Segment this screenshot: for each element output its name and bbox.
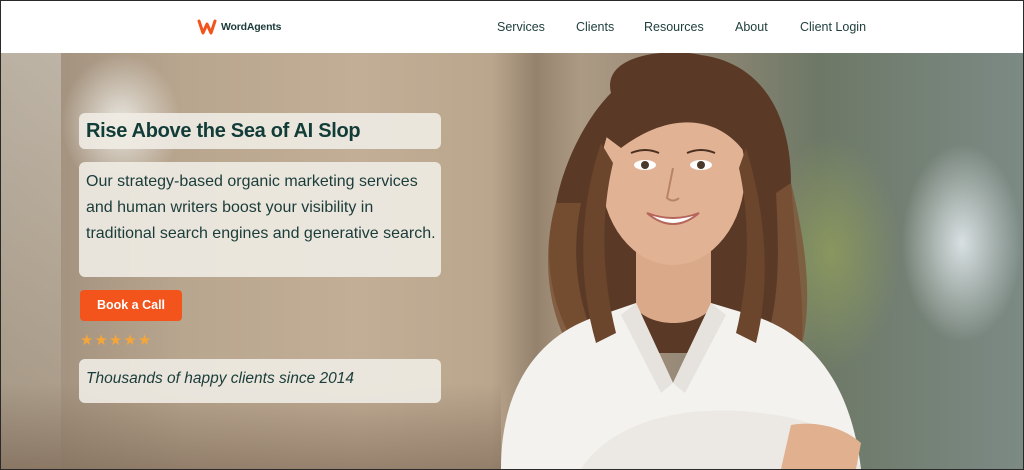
hero-description: Our strategy-based organic marketing ser… bbox=[86, 173, 436, 242]
star-icon: ★ bbox=[123, 332, 137, 349]
rating-stars: ★ ★ ★ ★ ★ bbox=[80, 333, 151, 348]
nav-item-services[interactable]: Services bbox=[497, 20, 545, 34]
nav-item-client-login[interactable]: Client Login bbox=[800, 20, 866, 34]
testimonial-card: Thousands of happy clients since 2014 bbox=[79, 359, 441, 403]
nav-item-about[interactable]: About bbox=[735, 20, 768, 34]
nav-item-clients[interactable]: Clients bbox=[576, 20, 614, 34]
star-icon: ★ bbox=[94, 332, 108, 349]
background-blur bbox=[901, 143, 1023, 343]
hero-section: Rise Above the Sea of AI Slop Our strate… bbox=[1, 53, 1023, 469]
logo[interactable]: WordAgents bbox=[197, 18, 281, 36]
wordagents-logo-icon bbox=[197, 19, 217, 35]
book-a-call-button[interactable]: Book a Call bbox=[80, 290, 182, 321]
hero-title: Rise Above the Sea of AI Slop bbox=[86, 120, 361, 142]
testimonial-text: Thousands of happy clients since 2014 bbox=[86, 370, 354, 387]
site-header: WordAgents Services Clients Resources Ab… bbox=[1, 1, 1023, 53]
hero-title-card: Rise Above the Sea of AI Slop bbox=[79, 113, 441, 149]
star-icon: ★ bbox=[108, 332, 123, 349]
nav-item-resources[interactable]: Resources bbox=[644, 20, 704, 34]
star-icon: ★ bbox=[80, 332, 94, 349]
hero-person-image bbox=[501, 53, 861, 469]
logo-text: WordAgents bbox=[221, 21, 282, 33]
page-frame: WordAgents Services Clients Resources Ab… bbox=[0, 0, 1024, 470]
star-icon: ★ bbox=[137, 332, 152, 349]
hero-description-card: Our strategy-based organic marketing ser… bbox=[79, 162, 441, 277]
